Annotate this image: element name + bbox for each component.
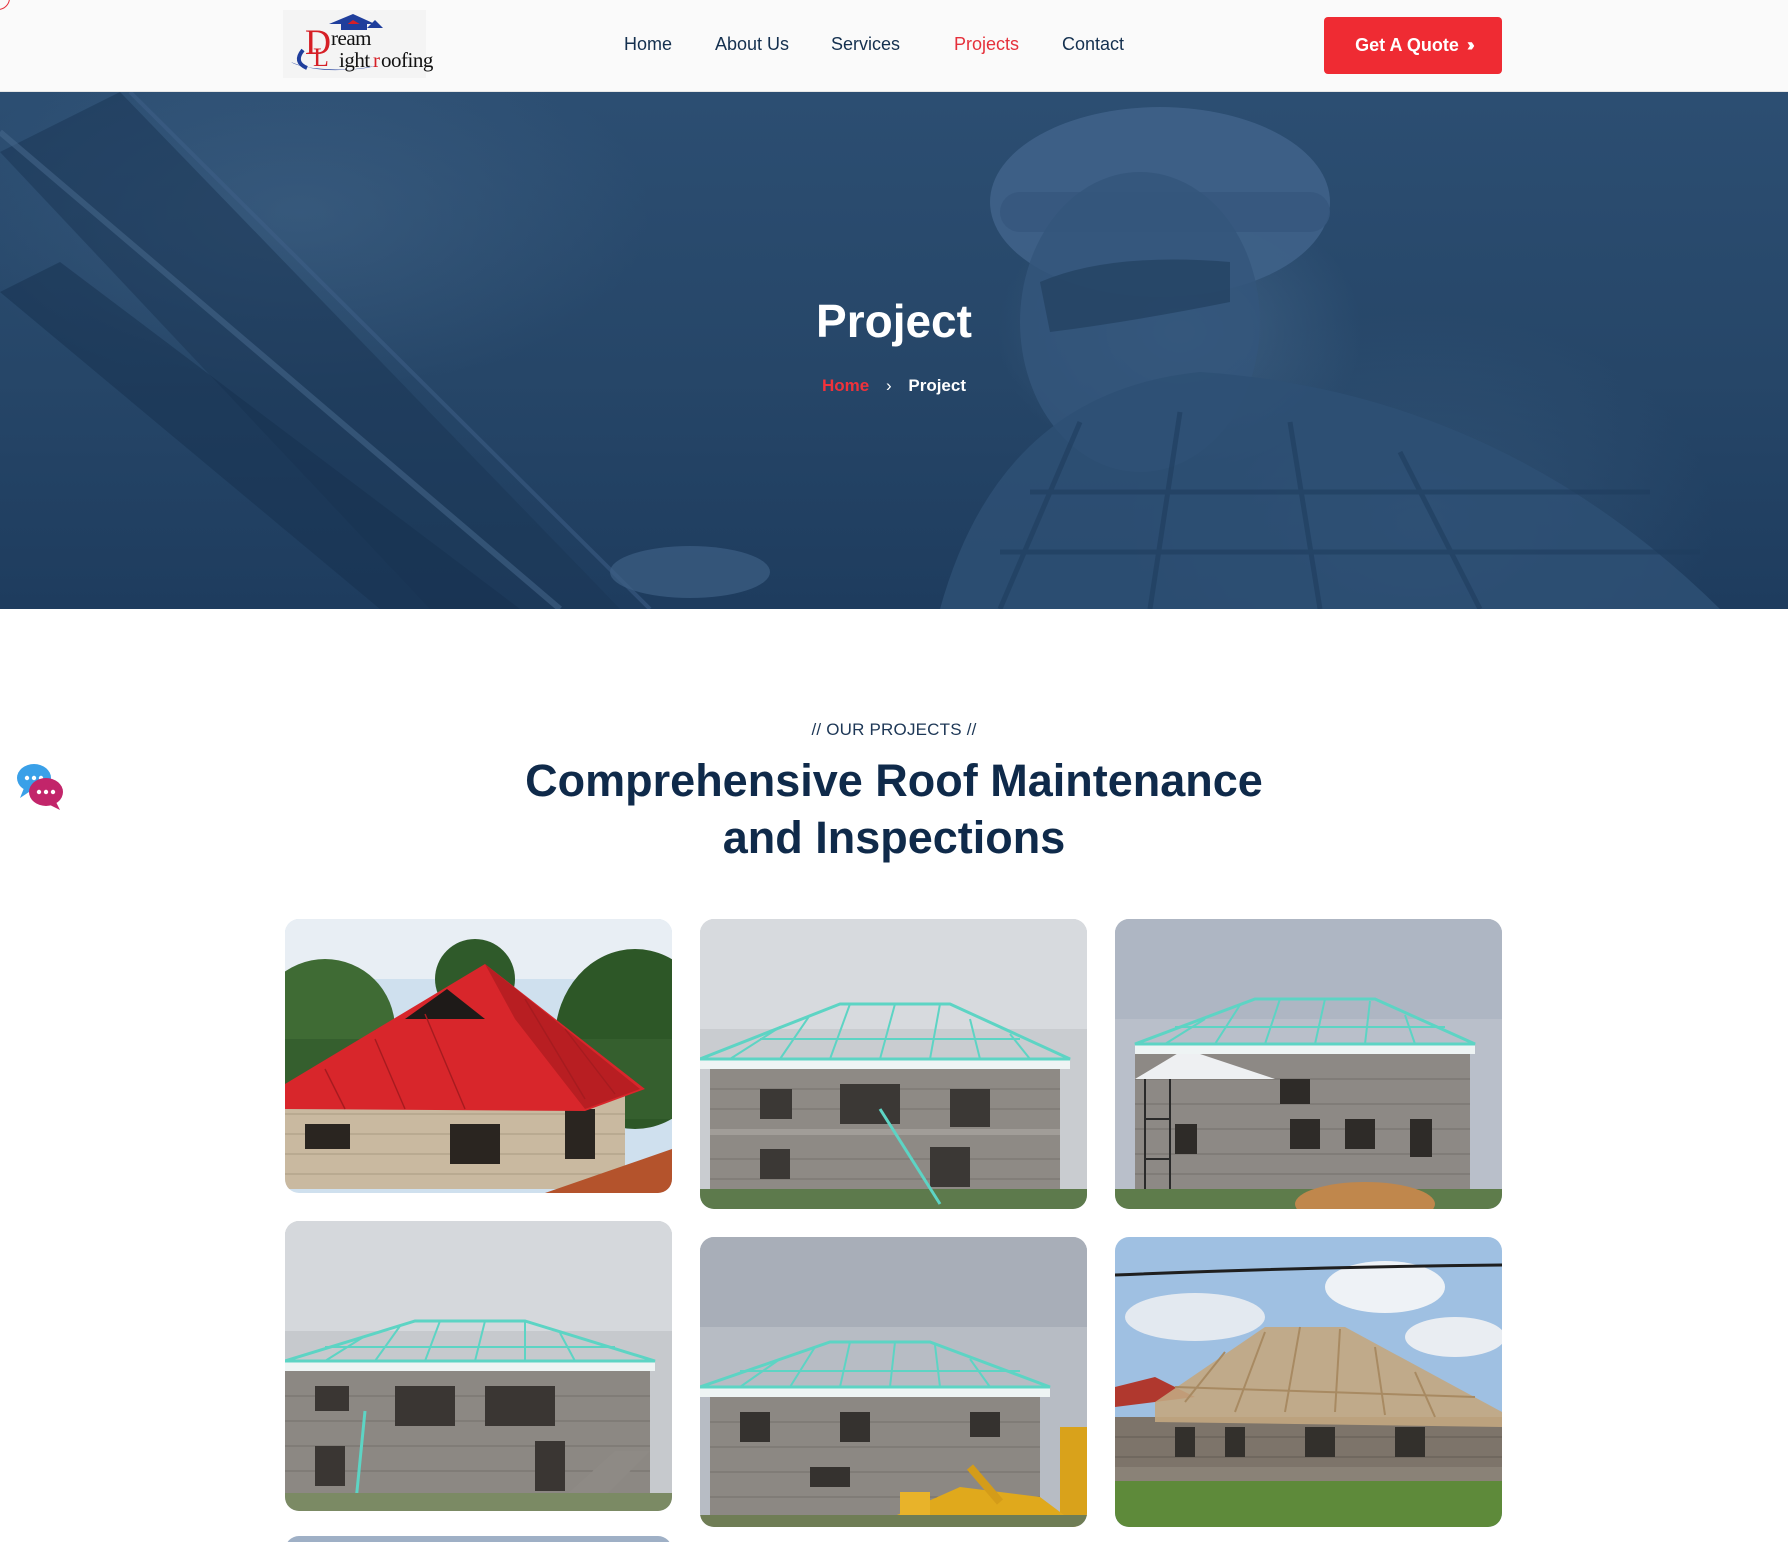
site-logo[interactable]: D L ream ight r oofing xyxy=(283,10,433,78)
project-image xyxy=(1115,1237,1502,1527)
chat-bubbles-icon xyxy=(17,764,63,810)
section-title-line2: and Inspections xyxy=(722,812,1066,863)
project-card-red-roof-house[interactable] xyxy=(285,919,672,1193)
project-image xyxy=(700,1237,1087,1527)
project-card-teal-truss-building-1[interactable] xyxy=(700,919,1087,1209)
hero-background-image xyxy=(0,92,1720,609)
section-title-line1: Comprehensive Roof Maintenance xyxy=(525,755,1263,806)
get-a-quote-button[interactable]: Get A Quote ›› xyxy=(1324,17,1502,74)
project-card-teal-truss-building-excavator[interactable] xyxy=(700,1237,1087,1527)
quote-button-label: Get A Quote xyxy=(1355,35,1459,55)
page-hero: Project Home › Project xyxy=(0,92,1788,609)
nav-about-us[interactable]: About Us xyxy=(715,34,789,55)
project-image xyxy=(285,919,672,1193)
corner-circle-icon xyxy=(0,0,10,10)
nav-projects[interactable]: Projects xyxy=(954,34,1019,55)
double-chevron-right-icon: ›› xyxy=(1466,35,1475,55)
project-image xyxy=(700,919,1087,1209)
breadcrumb-current: Project xyxy=(908,376,966,395)
project-card-wooden-truss-house[interactable] xyxy=(1115,1237,1502,1527)
chevron-right-icon: › xyxy=(885,376,892,395)
project-card-teal-truss-building-3[interactable] xyxy=(285,1221,672,1511)
nav-contact[interactable]: Contact xyxy=(1062,34,1124,55)
section-title: Comprehensive Roof Maintenance and Inspe… xyxy=(0,752,1788,866)
site-header: D L ream ight r oofing Home About Us Ser… xyxy=(0,0,1788,92)
project-image xyxy=(285,1221,672,1511)
page-title: Project xyxy=(816,295,972,347)
svg-text:L: L xyxy=(313,43,329,72)
project-image xyxy=(1115,919,1502,1209)
chat-widget-button[interactable] xyxy=(14,760,66,812)
project-card-partial[interactable] xyxy=(285,1536,672,1542)
breadcrumb-home-link[interactable]: Home xyxy=(822,376,869,395)
nav-services[interactable]: Services xyxy=(831,34,900,55)
section-eyebrow: // OUR PROJECTS // xyxy=(811,720,977,739)
project-card-teal-truss-building-2[interactable] xyxy=(1115,919,1502,1209)
nav-home[interactable]: Home xyxy=(624,34,672,55)
breadcrumb: Home › Project xyxy=(0,376,1788,396)
